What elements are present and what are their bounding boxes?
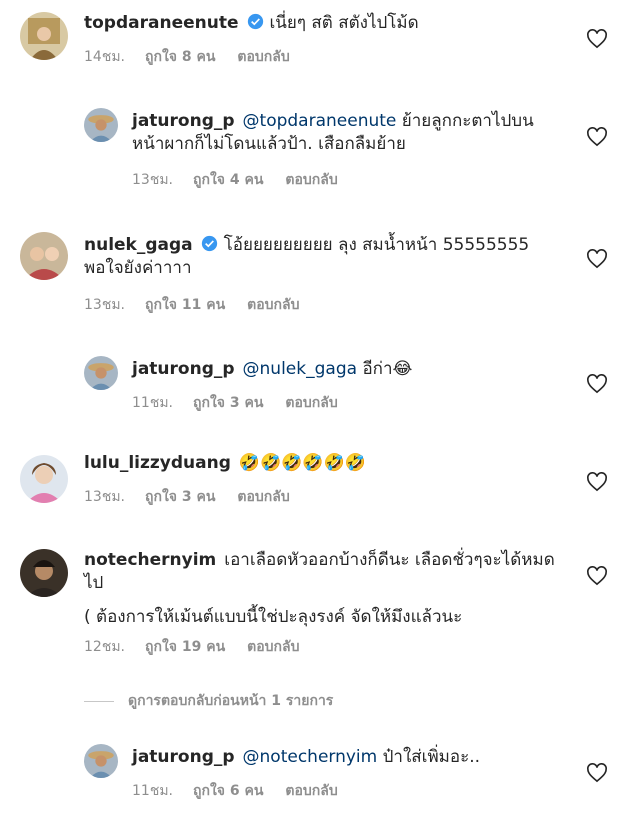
divider-line <box>84 700 114 702</box>
avatar[interactable] <box>84 108 118 142</box>
username[interactable]: nulek_gaga <box>84 235 193 255</box>
reply-button[interactable]: ตอบกลับ <box>237 46 289 68</box>
likes-count[interactable]: ถูกใจ 3 คน <box>145 486 215 508</box>
likes-count[interactable]: ถูกใจ 19 คน <box>145 636 225 658</box>
heart-outline-icon[interactable] <box>586 374 608 394</box>
reply-button[interactable]: ตอบกลับ <box>247 636 299 658</box>
reply-button[interactable]: ตอบกลับ <box>237 486 289 508</box>
avatar[interactable] <box>84 744 118 778</box>
username[interactable]: notechernyim <box>84 550 216 570</box>
avatar[interactable] <box>20 12 68 60</box>
reply-button[interactable]: ตอบกลับ <box>285 392 337 414</box>
comment-text: jaturong_p @nulek_gaga อีก่า😂 <box>132 358 552 381</box>
avatar[interactable] <box>20 232 68 280</box>
verified-badge-icon <box>247 13 263 30</box>
comment-text: topdaraneenute เนี่ยๆ สติ สตังไปโม้ด <box>84 12 564 35</box>
heart-outline-icon[interactable] <box>586 763 608 783</box>
likes-count[interactable]: ถูกใจ 4 คน <box>193 169 263 191</box>
likes-count[interactable]: ถูกใจ 8 คน <box>145 46 215 68</box>
view-earlier-replies-button[interactable]: ดูการตอบกลับก่อนหน้า 1 รายการ <box>84 690 333 712</box>
likes-count[interactable]: ถูกใจ 11 คน <box>145 294 225 316</box>
comment-meta: 11ชม. ถูกใจ 6 คน ตอบกลับ <box>132 780 338 802</box>
comment-text: notechernyim เอาเลือดหัวออกบ้างก็ดีนะ เลื… <box>84 549 574 595</box>
username[interactable]: jaturong_p <box>132 359 235 379</box>
comment-text: lulu_lizzyduang 🤣🤣🤣🤣🤣🤣 <box>84 452 564 475</box>
comment-meta: 13ชม. ถูกใจ 4 คน ตอบกลับ <box>132 169 338 191</box>
comment-meta: 11ชม. ถูกใจ 3 คน ตอบกลับ <box>132 392 338 414</box>
likes-count[interactable]: ถูกใจ 3 คน <box>193 392 263 414</box>
heart-outline-icon[interactable] <box>586 127 608 147</box>
comment-meta: 12ชม. ถูกใจ 19 คน ตอบกลับ <box>84 636 300 658</box>
timestamp: 13ชม. <box>132 172 173 188</box>
reply-button[interactable]: ตอบกลับ <box>285 780 337 802</box>
comment-meta: 13ชม. ถูกใจ 11 คน ตอบกลับ <box>84 294 300 316</box>
heart-outline-icon[interactable] <box>586 566 608 586</box>
comment-text: jaturong_p @notechernyim ป๋าใส่เพิ่มอะ.. <box>132 746 552 769</box>
timestamp: 13ชม. <box>84 297 125 313</box>
heart-outline-icon[interactable] <box>586 29 608 49</box>
timestamp: 14ชม. <box>84 49 125 65</box>
avatar[interactable] <box>84 356 118 390</box>
timestamp: 11ชม. <box>132 783 173 799</box>
comment-text: jaturong_p @topdaraneenute ย้ายลูกกะตาไปบ… <box>132 110 552 156</box>
mention-link[interactable]: @notechernyim <box>243 747 378 767</box>
timestamp: 12ชม. <box>84 639 125 655</box>
username[interactable]: jaturong_p <box>132 747 235 767</box>
verified-badge-icon <box>201 235 217 252</box>
heart-outline-icon[interactable] <box>586 472 608 492</box>
comment-body: เนี่ยๆ สติ สตังไปโม้ด <box>269 13 419 33</box>
comment-text-line2: ( ต้องการให้เม้นต์แบบนี้ใช่ปะลุงรงค์ จัด… <box>84 607 463 627</box>
reply-button[interactable]: ตอบกลับ <box>285 169 337 191</box>
mention-link[interactable]: @topdaraneenute <box>243 111 397 131</box>
username[interactable]: jaturong_p <box>132 111 235 131</box>
timestamp: 11ชม. <box>132 395 173 411</box>
comment-body: ป๋าใส่เพิ่มอะ.. <box>382 747 481 767</box>
comment-body: 🤣🤣🤣🤣🤣🤣 <box>238 453 366 473</box>
avatar[interactable] <box>20 549 68 597</box>
comment-meta: 14ชม. ถูกใจ 8 คน ตอบกลับ <box>84 46 290 68</box>
heart-outline-icon[interactable] <box>586 249 608 269</box>
reply-button[interactable]: ตอบกลับ <box>247 294 299 316</box>
username[interactable]: topdaraneenute <box>84 13 239 33</box>
mention-link[interactable]: @nulek_gaga <box>243 359 358 379</box>
comment-body: อีก่า😂 <box>362 359 413 379</box>
username[interactable]: lulu_lizzyduang <box>84 453 231 473</box>
view-replies-label: ดูการตอบกลับก่อนหน้า 1 รายการ <box>128 693 334 709</box>
likes-count[interactable]: ถูกใจ 6 คน <box>193 780 263 802</box>
avatar[interactable] <box>20 455 68 503</box>
comment-text: nulek_gaga โอ้ยยยยยยยยย ลุง สมน้ำหน้า 555… <box>84 234 564 280</box>
comment-meta: 13ชม. ถูกใจ 3 คน ตอบกลับ <box>84 486 290 508</box>
timestamp: 13ชม. <box>84 489 125 505</box>
